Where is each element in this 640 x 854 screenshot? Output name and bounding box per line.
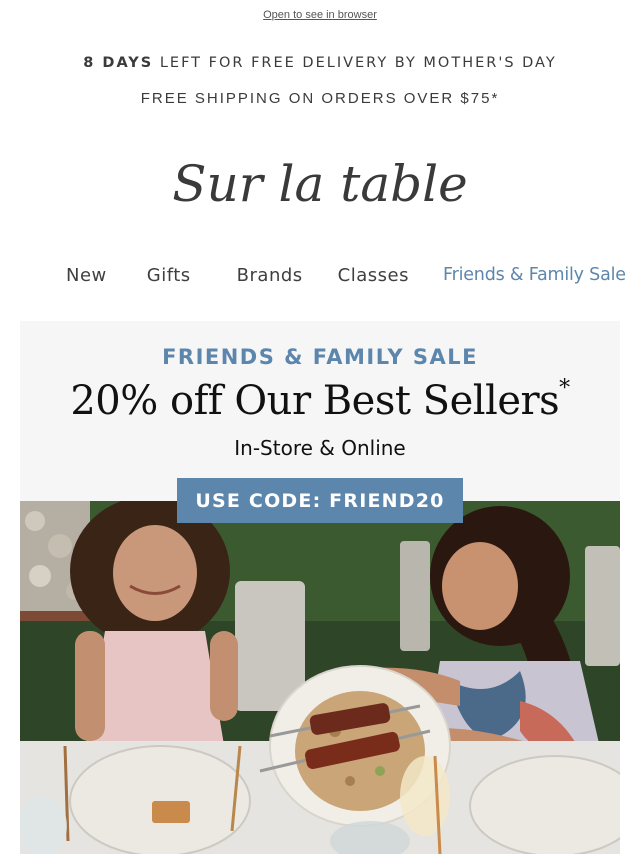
hero-title-text: 20% off Our Best Sellers xyxy=(70,378,560,424)
promo-code-button[interactable]: USE CODE: FRIEND20 xyxy=(177,478,463,523)
hero-title-asterisk: * xyxy=(559,376,570,401)
hero-photo-illustration xyxy=(20,501,620,854)
nav-item-new[interactable]: New xyxy=(66,265,107,286)
delivery-countdown-text: LEFT FOR FREE DELIVERY BY MOTHER'S DAY xyxy=(153,55,557,71)
nav-item-brands[interactable]: Brands xyxy=(237,265,303,286)
hero-title: 20% off Our Best Sellers* xyxy=(0,376,640,424)
open-in-browser-link[interactable]: Open to see in browser xyxy=(0,9,640,21)
hero-subtitle: In-Store & Online xyxy=(234,436,406,460)
nav-item-gifts[interactable]: Gifts xyxy=(147,265,191,286)
main-nav: New Gifts Brands Classes Friends & Famil… xyxy=(48,262,626,288)
free-shipping-banner: FREE SHIPPING ON ORDERS OVER $75* xyxy=(140,90,500,107)
days-left-count: 8 DAYS xyxy=(83,55,154,71)
nav-item-friends-family-sale[interactable]: Friends & Family Sale xyxy=(443,265,626,285)
hero-photo[interactable] xyxy=(20,501,620,854)
nav-item-classes[interactable]: Classes xyxy=(338,265,409,286)
brand-logo[interactable]: Sur la table xyxy=(0,152,640,216)
hero-eyebrow: FRIENDS & FAMILY SALE xyxy=(162,345,478,369)
delivery-countdown-banner: 8 DAYS LEFT FOR FREE DELIVERY BY MOTHER'… xyxy=(0,55,640,71)
